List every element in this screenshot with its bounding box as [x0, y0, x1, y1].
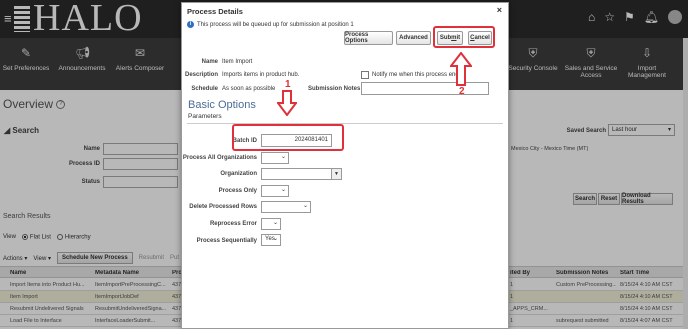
down-arrow-shape [277, 90, 297, 116]
process-all-orgs-select[interactable]: ⌄ [261, 152, 289, 164]
parameters-heading: Parameters [188, 113, 222, 120]
chevron-down-icon: ⌄ [302, 203, 308, 209]
info-message-text: This process will be queued up for submi… [197, 21, 354, 28]
chevron-down-icon: ⌄ [272, 220, 278, 226]
notify-checkbox[interactable] [361, 71, 369, 79]
delete-processed-rows-select[interactable]: ⌄ [261, 201, 311, 213]
name-value: Item Import [222, 59, 253, 65]
step-2-label: 2 [459, 86, 465, 97]
up-arrow-icon [450, 52, 472, 86]
close-icon[interactable]: × [497, 5, 502, 15]
up-arrow-shape [450, 52, 472, 86]
dropdown-icon[interactable]: ▼ [331, 168, 342, 180]
process-only-label: Process Only [218, 188, 257, 194]
delete-processed-rows-label: Delete Processed Rows [189, 204, 257, 210]
info-message: i This process will be queued up for subm… [187, 21, 354, 28]
advanced-button[interactable]: Advanced [396, 31, 431, 45]
chevron-down-icon: ⌄ [272, 236, 278, 242]
process-all-orgs-label: Process All Organizations [182, 155, 257, 161]
reprocess-error-label: Reprocess Error [209, 221, 257, 227]
process-sequentially-select[interactable]: Yes ⌄ [261, 234, 281, 246]
batch-id-highlight-box [232, 124, 344, 151]
down-arrow-icon [277, 90, 297, 116]
chevron-down-icon: ⌄ [280, 154, 286, 160]
dialog-title: Process Details [187, 7, 243, 16]
schedule-label: Schedule [191, 86, 218, 92]
process-sequentially-label: Process Sequentially [196, 238, 257, 244]
chevron-down-icon: ⌄ [280, 187, 286, 193]
schedule-value: As soon as possible [222, 86, 276, 92]
submit-highlight-box [433, 26, 495, 48]
process-options-button[interactable]: Process Options [344, 31, 393, 45]
description-value: Imports items in product hub. [222, 72, 300, 78]
step-1-label: 1 [285, 79, 291, 90]
organization-label: Organization [220, 171, 257, 177]
submission-notes-label: Submission Notes [308, 86, 361, 92]
organization-lov[interactable]: ▼ [261, 168, 342, 180]
name-label: Name [201, 59, 218, 65]
process-only-select[interactable]: ⌄ [261, 185, 289, 197]
notify-label: Notify me when this process ends [372, 72, 462, 78]
description-label: Description [184, 72, 218, 78]
info-icon: i [187, 21, 194, 28]
basic-options-heading: Basic Options [188, 99, 256, 111]
reprocess-error-select[interactable]: ⌄ [261, 218, 281, 230]
